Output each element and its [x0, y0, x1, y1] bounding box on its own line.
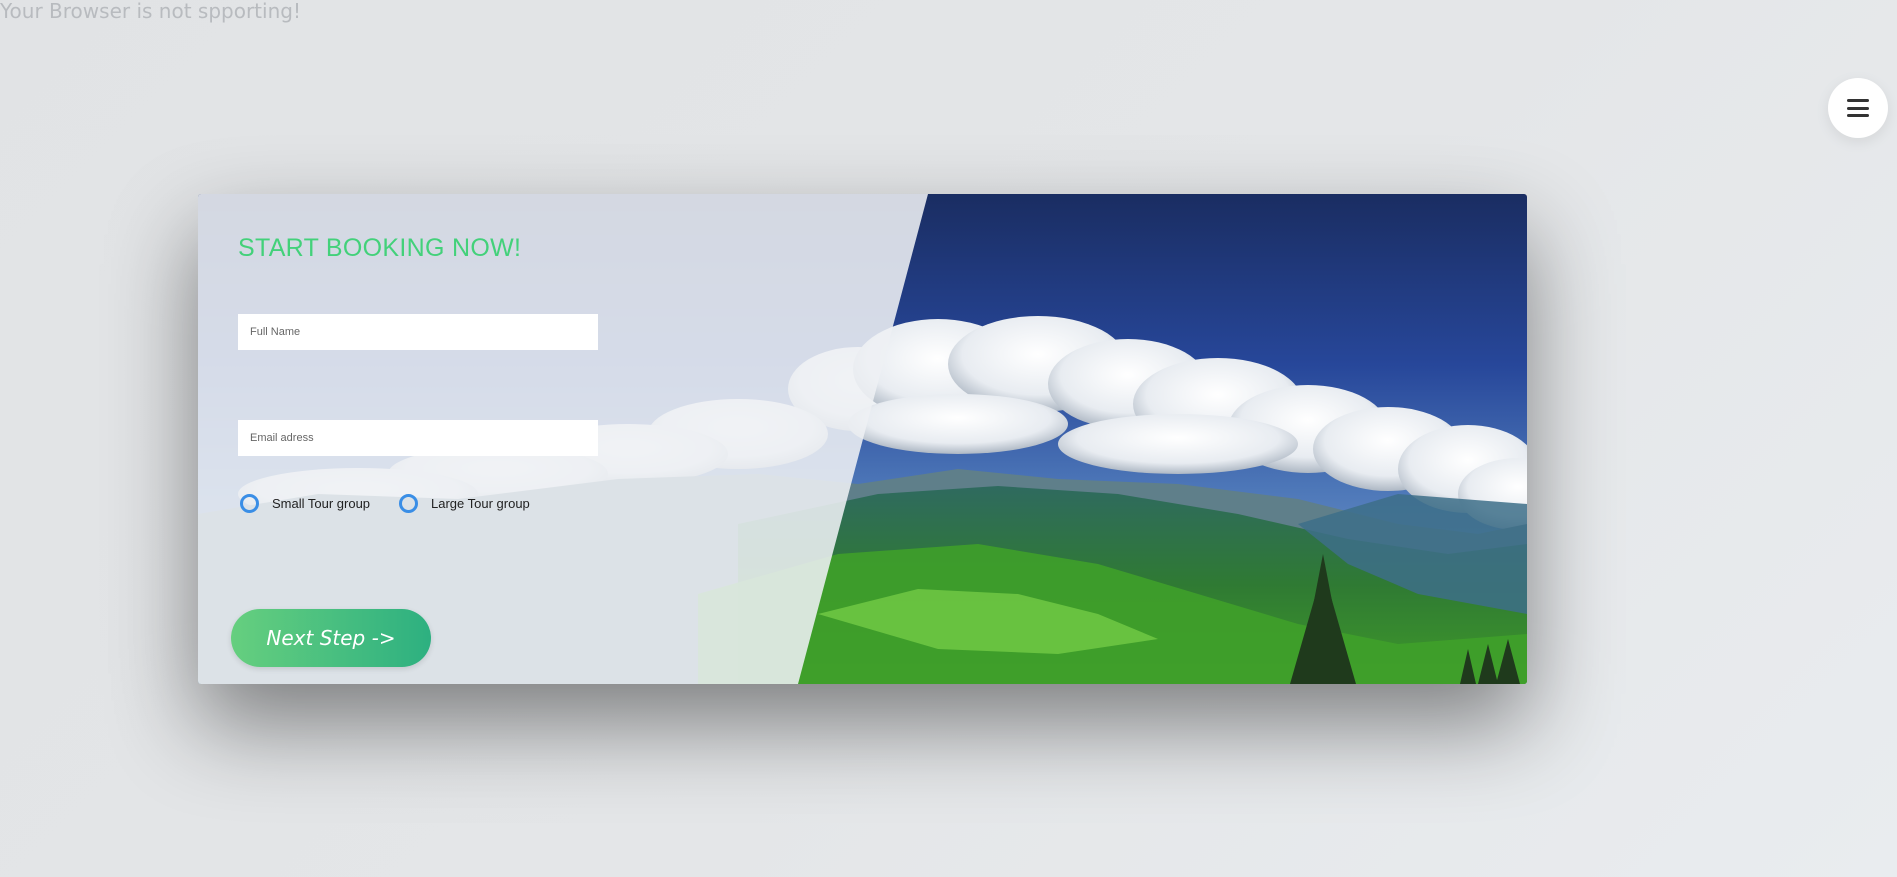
small-tour-option[interactable]: Small Tour group: [240, 494, 370, 513]
small-tour-radio[interactable]: [240, 494, 259, 513]
next-step-button[interactable]: Next Step ->: [231, 609, 431, 667]
hamburger-menu-icon: [1847, 99, 1869, 117]
menu-button[interactable]: [1828, 78, 1888, 138]
large-tour-label: Large Tour group: [431, 496, 530, 511]
booking-card: START BOOKING NOW! Small Tour group Larg…: [198, 194, 1527, 684]
booking-title: START BOOKING NOW!: [238, 234, 522, 262]
small-tour-label: Small Tour group: [272, 496, 371, 511]
full-name-input[interactable]: [238, 314, 598, 350]
large-tour-radio[interactable]: [399, 494, 418, 513]
large-tour-option[interactable]: Large Tour group: [399, 494, 530, 513]
browser-support-notice: Your Browser is not spporting!: [0, 0, 301, 23]
email-input[interactable]: [238, 420, 598, 456]
